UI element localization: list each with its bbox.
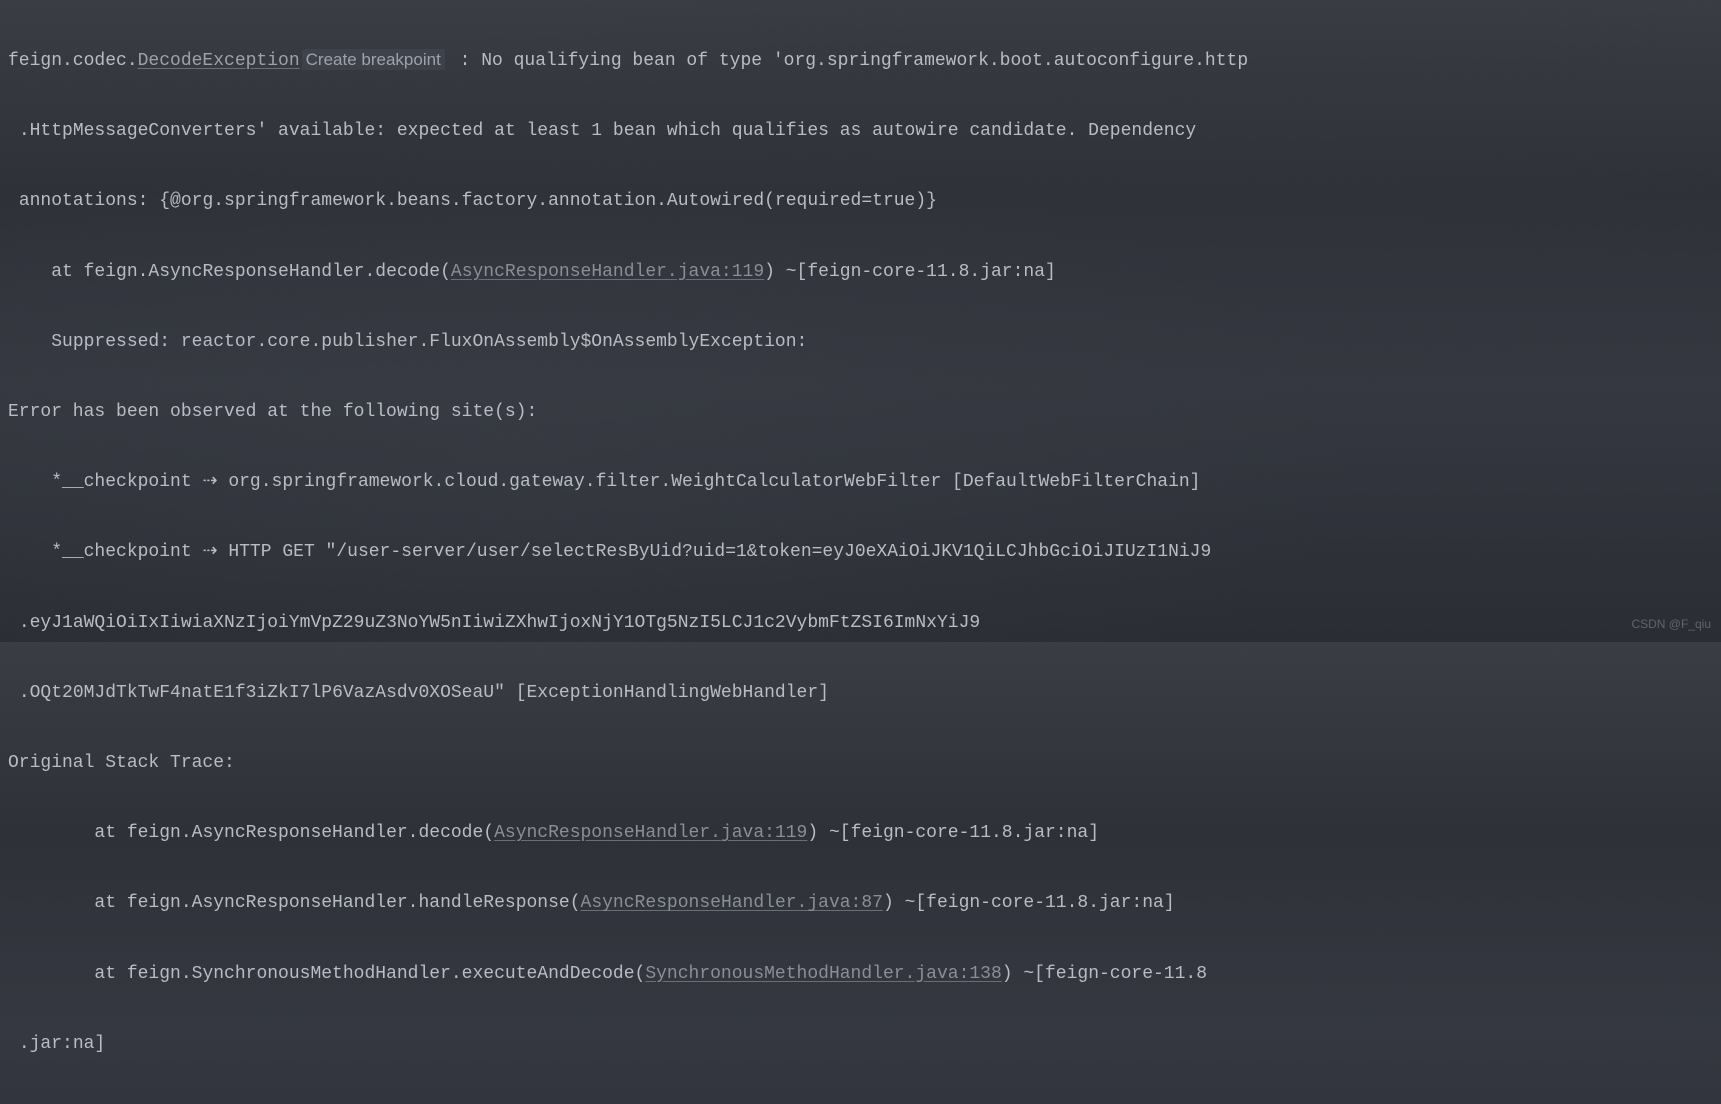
stack-text: at feign.SynchronousMethodHandler.execut… — [8, 964, 645, 984]
stack-line-10: .OQt20MJdTkTwF4natE1f3iZkI7lP6VazAsdv0XO… — [8, 676, 1713, 711]
create-breakpoint-link[interactable]: Create breakpoint — [302, 49, 445, 70]
stack-text: : No qualifying bean of type 'org.spring… — [449, 51, 1248, 71]
stack-line-8: *__checkpoint ⇢ HTTP GET "/user-server/u… — [8, 535, 1713, 570]
stack-line-15: .jar:na] — [8, 1027, 1713, 1062]
stack-line-1: feign.codec.DecodeExceptionCreate breakp… — [8, 43, 1713, 79]
stack-text: feign.codec. — [8, 51, 138, 71]
watermark: CSDN @F_qiu — [1631, 613, 1711, 636]
stack-line-9: .eyJ1aWQiOiIxIiwiaXNzIjoiYmVpZ29uZ3NoYW5… — [8, 606, 1713, 641]
stack-text: ) ~[feign-core-11.8.jar:na] — [764, 262, 1056, 282]
stack-line-11: Original Stack Trace: — [8, 746, 1713, 781]
stack-line-3: annotations: {@org.springframework.beans… — [8, 184, 1713, 219]
source-link[interactable]: AsyncResponseHandler.java:87 — [581, 893, 883, 913]
stack-text: ) ~[feign-core-11.8.jar:na] — [883, 893, 1175, 913]
stack-line-12: at feign.AsyncResponseHandler.decode(Asy… — [8, 816, 1713, 851]
stack-line-4: at feign.AsyncResponseHandler.decode(Asy… — [8, 255, 1713, 290]
stack-line-2: .HttpMessageConverters' available: expec… — [8, 114, 1713, 149]
stack-line-6: Error has been observed at the following… — [8, 395, 1713, 430]
stack-line-13: at feign.AsyncResponseHandler.handleResp… — [8, 886, 1713, 921]
stack-text: at feign.AsyncResponseHandler.decode( — [8, 823, 494, 843]
exception-link[interactable]: DecodeException — [138, 51, 300, 71]
stack-text: ) ~[feign-core-11.8 — [1002, 964, 1207, 984]
stack-text: at feign.AsyncResponseHandler.decode( — [8, 262, 451, 282]
source-link[interactable]: AsyncResponseHandler.java:119 — [451, 262, 764, 282]
stack-line-5: Suppressed: reactor.core.publisher.FluxO… — [8, 325, 1713, 360]
console-output: feign.codec.DecodeExceptionCreate breakp… — [0, 0, 1721, 1104]
stack-text: ) ~[feign-core-11.8.jar:na] — [807, 823, 1099, 843]
source-link[interactable]: AsyncResponseHandler.java:119 — [494, 823, 807, 843]
stack-text: at feign.AsyncResponseHandler.handleResp… — [8, 893, 581, 913]
stack-line-7: *__checkpoint ⇢ org.springframework.clou… — [8, 465, 1713, 500]
source-link[interactable]: SynchronousMethodHandler.java:138 — [645, 964, 1001, 984]
stack-line-14: at feign.SynchronousMethodHandler.execut… — [8, 957, 1713, 992]
